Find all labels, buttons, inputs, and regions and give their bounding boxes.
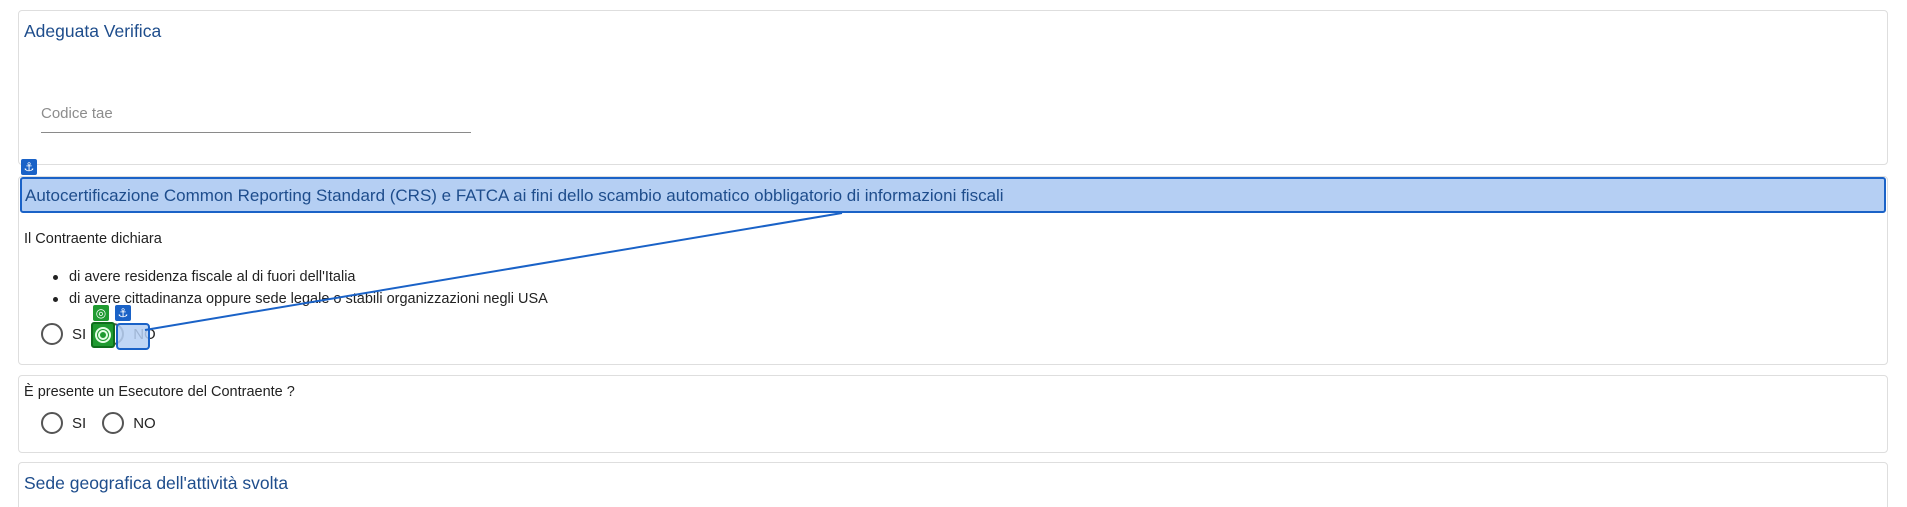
crs-radio-si-label: SI [72, 325, 87, 343]
codice-tae-input[interactable] [41, 101, 471, 133]
esecutore-section: È presente un Esecutore del Contraente ?… [18, 375, 1888, 453]
target-icon: ◎ [93, 305, 109, 321]
crs-section-header-highlight: Autocertificazione Common Reporting Stan… [20, 177, 1886, 213]
esecutore-radio-si-label: SI [72, 414, 87, 432]
crs-fatca-section: Autocertificazione Common Reporting Stan… [18, 176, 1888, 365]
declaration-item: di avere residenza fiscale al di fuori d… [49, 266, 548, 288]
crs-radio-si[interactable] [41, 323, 63, 345]
section-title-sede-geografica: Sede geografica dell'attività svolta [24, 473, 289, 493]
sede-geografica-section: Sede geografica dell'attività svolta [18, 462, 1888, 507]
esecutore-radio-no-label: NO [133, 414, 156, 432]
adeguata-verifica-section: Adeguata Verifica [18, 10, 1888, 165]
anchor-icon: ⚓ [115, 305, 131, 321]
esecutore-radio-group: SI NO [41, 412, 166, 434]
anchor-icon: ⚓ [21, 159, 37, 175]
esecutore-question: È presente un Esecutore del Contraente ? [24, 384, 295, 400]
crs-option-si[interactable]: SI [41, 323, 86, 345]
esecutore-radio-no[interactable] [102, 412, 125, 434]
esecutore-option-si[interactable]: SI [41, 412, 86, 434]
no-option-highlight [116, 323, 150, 350]
esecutore-option-no[interactable]: NO [102, 412, 156, 434]
esecutore-radio-si[interactable] [41, 412, 63, 434]
target-icon [91, 322, 115, 348]
section-title-crs-fatca: Autocertificazione Common Reporting Stan… [25, 186, 1004, 205]
contraente-dichiara-label: Il Contraente dichiara [24, 231, 162, 247]
section-title-adeguata-verifica: Adeguata Verifica [24, 21, 162, 41]
declaration-list: di avere residenza fiscale al di fuori d… [49, 266, 548, 310]
